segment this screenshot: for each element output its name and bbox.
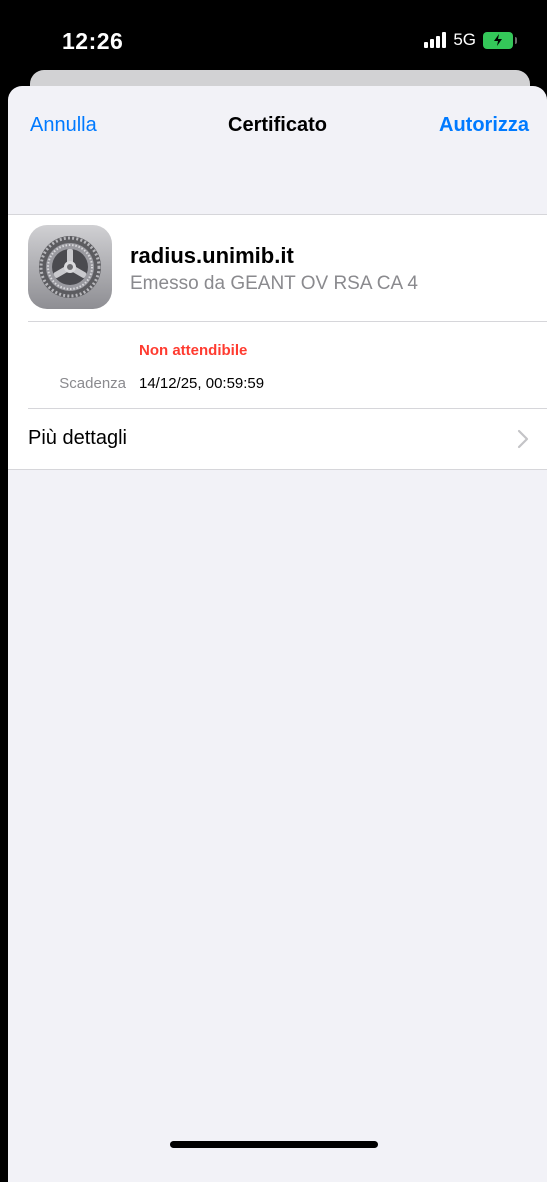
battery-charging-icon xyxy=(483,31,517,49)
authorize-button[interactable]: Autorizza xyxy=(439,114,529,137)
bolt-icon xyxy=(494,34,502,46)
signal-bars-icon xyxy=(424,32,447,48)
certificate-issuer: Emesso da GEANT OV RSA CA 4 xyxy=(130,273,418,294)
home-indicator[interactable] xyxy=(170,1141,378,1148)
status-time: 12:26 xyxy=(62,28,124,54)
expiry-value: 14/12/25, 00:59:59 xyxy=(139,375,265,392)
network-type: 5G xyxy=(453,30,476,49)
status-bar: 12:26 5G xyxy=(0,0,547,70)
more-details-row[interactable]: Più dettagli xyxy=(8,409,547,469)
expiry-label: Scadenza xyxy=(59,375,126,392)
gear-icon xyxy=(39,236,101,298)
screen: 12:26 5G Annulla Certificato Autorizza r… xyxy=(0,0,547,1182)
certificate-details: Non attendibile Scadenza 14/12/25, 00:59… xyxy=(8,322,547,408)
certificate-header: radius.unimib.it Emesso da GEANT OV RSA … xyxy=(8,215,547,321)
certificate-name: radius.unimib.it xyxy=(130,243,294,268)
trust-status: Non attendibile xyxy=(139,342,248,359)
status-indicators: 5G xyxy=(424,30,517,50)
more-details-label: Più dettagli xyxy=(28,427,127,449)
certificate-sheet: Annulla Certificato Autorizza radius.uni… xyxy=(8,86,547,1182)
nav-bar: Annulla Certificato Autorizza xyxy=(8,86,547,166)
battery-cap xyxy=(515,36,517,44)
settings-gear-icon xyxy=(28,225,112,309)
chevron-right-icon xyxy=(517,429,529,449)
certificate-group: radius.unimib.it Emesso da GEANT OV RSA … xyxy=(8,214,547,470)
